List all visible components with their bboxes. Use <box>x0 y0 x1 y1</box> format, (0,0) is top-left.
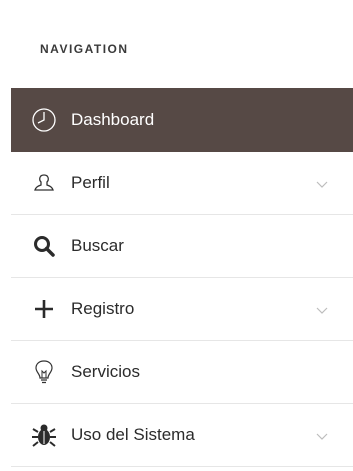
user-icon <box>31 170 57 196</box>
sidebar-item-registro[interactable]: Registro <box>11 278 353 341</box>
plus-icon <box>31 296 57 322</box>
lightbulb-icon <box>31 359 57 385</box>
sidebar-item-label: Uso del Sistema <box>71 425 195 444</box>
chevron-down-icon <box>315 302 329 316</box>
clock-icon <box>31 107 57 133</box>
sidebar-item-dashboard[interactable]: Dashboard <box>11 88 353 152</box>
bug-icon <box>31 422 57 448</box>
sidebar-item-buscar[interactable]: Buscar <box>11 215 353 278</box>
sidebar-item-servicios[interactable]: Servicios <box>11 341 353 404</box>
navigation-heading: NAVIGATION <box>40 42 129 56</box>
sidebar-menu: Dashboard Perfil Buscar Registro Servici… <box>11 88 353 467</box>
sidebar-item-label: Registro <box>71 299 135 318</box>
sidebar-item-uso-del-sistema[interactable]: Uso del Sistema <box>11 404 353 467</box>
sidebar-item-perfil[interactable]: Perfil <box>11 152 353 215</box>
sidebar-item-label: Servicios <box>71 362 140 381</box>
sidebar-item-label: Dashboard <box>71 110 155 129</box>
chevron-down-icon <box>315 428 329 442</box>
sidebar-item-label: Perfil <box>71 173 110 192</box>
chevron-down-icon <box>315 176 329 190</box>
sidebar-item-label: Buscar <box>71 236 124 255</box>
search-icon <box>31 233 57 259</box>
